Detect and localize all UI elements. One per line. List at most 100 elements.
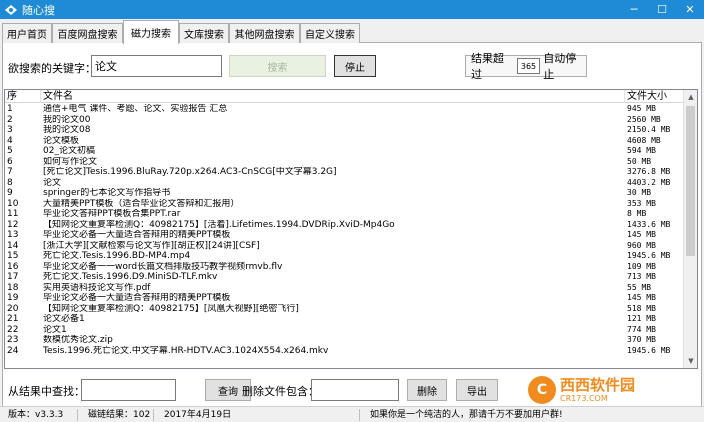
row-number: 1 [7,104,13,114]
row-file-size: 960 MB [627,240,656,250]
exclude-files-label: 删除文件包含： [242,385,319,398]
title-bar: 随心搜 ─ ☐ ✕ [0,0,704,19]
exclude-files-input[interactable] [311,379,399,401]
list-item[interactable]: 3 我的论文08 2150.4 MB [5,125,685,136]
list-item[interactable]: 19 毕业论文必备一大量适合答辩用的精美PPT模板 145 MB [5,293,685,304]
row-number: 14 [7,240,19,251]
row-number: 4 [7,135,13,146]
row-number: 9 [7,188,13,198]
tab-custom-search[interactable]: 自定义搜索 [300,23,360,43]
row-file-size: 353 MB [627,198,656,208]
list-item[interactable]: 1 通信+电气 课件、考题、论文、实验报告 汇总 945 MB [5,104,685,115]
app-logo-icon [5,4,17,15]
row-number: 3 [7,125,13,135]
row-file-size: 1433.6 MB [627,219,671,229]
list-item[interactable]: 11 毕业论文答辩PPT模板合集PPT.rar 8 MB [5,209,685,220]
list-item[interactable]: 2 我的论文00 2560 MB [5,115,685,126]
list-item[interactable]: 20 【知网论文重复率检测Q：40982175】[凤凰大视野][绝密飞行] 518 … [5,304,685,315]
row-file-size: 1945.6 MB [627,345,671,355]
list-item[interactable]: 8 论文 4403.2 MB [5,178,685,189]
list-item[interactable]: 16 毕业论文必备一一word长篇文档排版技巧教学视频rmvb.flv 109 MB [5,262,685,273]
watermark-url: CR173.COM [560,393,608,403]
find-in-results-label: 从结果中查找： [8,385,85,398]
list-item[interactable]: 21 论文必备1 121 MB [5,314,685,325]
list-item[interactable]: 24 Tesis.1996.死亡论文.中文字幕.HR-HDTV.AC3.1024X… [5,346,685,357]
list-item[interactable]: 17 死亡论文.Tesis.1996.D9.MiniSD-TLF.mkv 713 M… [5,272,685,283]
row-number: 23 [7,335,19,345]
list-item[interactable]: 23 数模优秀论文.zip 370 MB [5,335,685,346]
row-file-name: 【知网论文重复率检测Q：40982175】[活着].Lifetimes.1994… [43,219,395,230]
column-header-name[interactable]: 文件名 [41,90,625,103]
scroll-down-icon[interactable]: ▼ [684,354,697,368]
stop-button[interactable]: 停止 [334,55,376,77]
keyword-input[interactable] [91,55,222,77]
row-file-size: 50 MB [627,156,652,166]
row-file-name: [死亡论文]Tesis.1996.BluRay.720p.x264.AC3-Cn… [43,167,337,177]
status-date: 2017年4月19日 [160,409,360,421]
row-file-size: 945 MB [627,104,656,113]
row-file-name: 死亡论文.Tesis.1996.BD-MP4.mp4 [43,251,191,261]
row-file-size: 30 MB [627,188,652,197]
close-button[interactable]: ✕ [676,0,704,19]
list-item[interactable]: 15 死亡论文.Tesis.1996.BD-MP4.mp4 1945.6 MB [5,251,685,262]
list-item[interactable]: 22 论文1 774 MB [5,325,685,336]
row-file-name: 实用英语科技论文写作.pdf [43,282,151,293]
search-button[interactable]: 搜索 [229,55,326,77]
row-number: 21 [7,314,19,324]
export-button[interactable]: 导出 [456,379,498,401]
row-file-name: 论文必备1 [43,314,85,324]
results-list[interactable]: 序 文件名 文件大小 1 通信+电气 课件、考题、论文、实验报告 汇总 945 MB… [4,89,698,369]
tab-library-search[interactable]: 文库搜索 [179,23,229,43]
row-number: 2 [7,114,13,125]
row-file-size: 4608 MB [627,135,661,145]
minimize-button[interactable]: ─ [620,0,648,19]
tab-magnet-search[interactable]: 磁力搜索 [123,20,179,44]
list-item[interactable]: 6 如何写作论文 50 MB [5,157,685,168]
tab-baidu-search[interactable]: 百度网盘搜索 [52,23,123,43]
tab-home[interactable]: 用户首页 [2,23,52,43]
list-item[interactable]: 4 论文模板 4608 MB [5,136,685,147]
status-version: 版本：v3.3.3 [4,409,78,421]
auto-stop-suffix: 自动停止 [543,52,577,81]
list-item[interactable]: 9 springer的七本论文写作指导书 30 MB [5,188,685,199]
keyword-label: 欲搜索的关键字： [8,62,96,75]
watermark-logo-icon: C [528,376,556,404]
row-file-name: 毕业论文必备一大量适合答辩用的精美PPT模板 [43,293,231,303]
list-item[interactable]: 10 大量精美PPT模板（适合毕业论文答辩和汇报用） 353 MB [5,199,685,210]
row-file-name: 通信+电气 课件、考题、论文、实验报告 汇总 [43,104,228,114]
row-number: 6 [7,156,13,167]
row-file-name: 毕业论文答辩PPT模板合集PPT.rar [43,209,181,219]
row-file-name: 毕业论文必备一大量适合答辩用的精美PPT模板 [43,230,231,240]
row-file-name: [浙江大学][文献检索与论文写作][胡正权][24讲][CSF] [43,240,260,251]
list-item[interactable]: 14 [浙江大学][文献检索与论文写作][胡正权][24讲][CSF] 960 MB [5,241,685,252]
column-header-no[interactable]: 序 [5,90,41,103]
list-item[interactable]: 5 02_论文初稿 594 MB [5,146,685,157]
row-file-name: 02_论文初稿 [43,146,95,156]
row-file-size: 2150.4 MB [627,125,671,134]
maximize-button[interactable]: ☐ [648,0,676,19]
row-file-size: 4403.2 MB [627,177,671,187]
scrollbar-thumb[interactable] [686,106,695,256]
list-item[interactable]: 7 [死亡论文]Tesis.1996.BluRay.720p.x264.AC3-C… [5,167,685,178]
list-item[interactable]: 13 毕业论文必备一大量适合答辩用的精美PPT模板 145 MB [5,230,685,241]
list-item[interactable]: 12 【知网论文重复率检测Q：40982175】[活着].Lifetimes.19… [5,220,685,231]
find-in-results-input[interactable] [81,379,176,401]
row-number: 17 [7,272,19,282]
list-rows: 1 通信+电气 课件、考题、论文、实验报告 汇总 945 MB 2 我的论文00 2560… [5,104,685,356]
row-file-size: 594 MB [627,146,656,155]
tab-bar: 用户首页 百度网盘搜索 磁力搜索 文库搜索 其他网盘搜索 自定义搜索 [2,20,702,44]
row-file-name: 我的论文00 [43,114,91,125]
row-file-size: 55 MB [627,282,652,292]
row-number: 8 [7,177,13,188]
auto-stop-count-input[interactable]: 365 [516,58,541,74]
scroll-up-icon[interactable]: ▲ [684,90,697,104]
list-scrollbar[interactable]: ▲ ▼ [683,90,697,368]
list-item[interactable]: 18 实用英语科技论文写作.pdf 55 MB [5,283,685,294]
tab-other-disk-search[interactable]: 其他网盘搜索 [229,23,300,43]
delete-button[interactable]: 删除 [407,379,447,401]
row-file-name: 大量精美PPT模板（适合毕业论文答辩和汇报用） [43,198,240,209]
row-number: 20 [7,303,19,314]
column-header-size[interactable]: 文件大小 [625,90,685,103]
row-number: 5 [7,146,13,156]
status-result-count: 磁链结果：102 [84,409,154,421]
